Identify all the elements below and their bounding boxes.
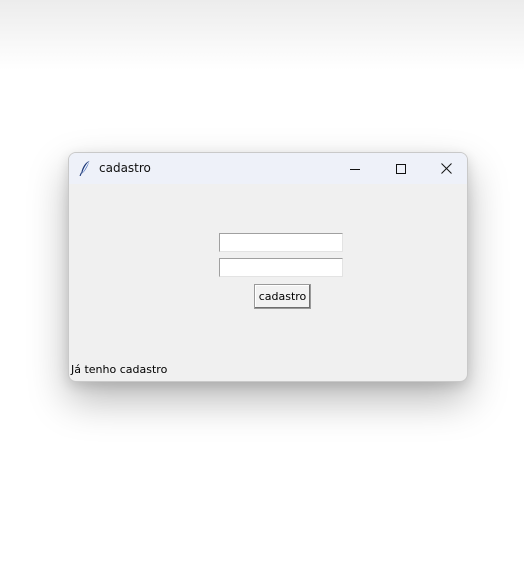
app-window: cadastro cadastro Já tenho cadastro	[68, 152, 468, 382]
minimize-icon	[350, 168, 360, 170]
window-title: cadastro	[99, 161, 151, 175]
title-bar[interactable]: cadastro	[69, 153, 467, 184]
close-button[interactable]	[423, 153, 467, 184]
cadastro-button[interactable]: cadastro	[254, 284, 311, 309]
already-registered-link[interactable]: Já tenho cadastro	[71, 362, 167, 377]
window-client-area: cadastro Já tenho cadastro	[69, 184, 467, 381]
password-field[interactable]	[219, 258, 343, 277]
maximize-button[interactable]	[378, 153, 424, 184]
feather-icon	[79, 160, 90, 176]
minimize-button[interactable]	[332, 153, 378, 184]
desktop: cadastro cadastro Já tenho cadastro	[0, 0, 524, 582]
maximize-icon	[396, 163, 406, 174]
username-field[interactable]	[219, 233, 343, 252]
close-icon	[440, 163, 452, 174]
